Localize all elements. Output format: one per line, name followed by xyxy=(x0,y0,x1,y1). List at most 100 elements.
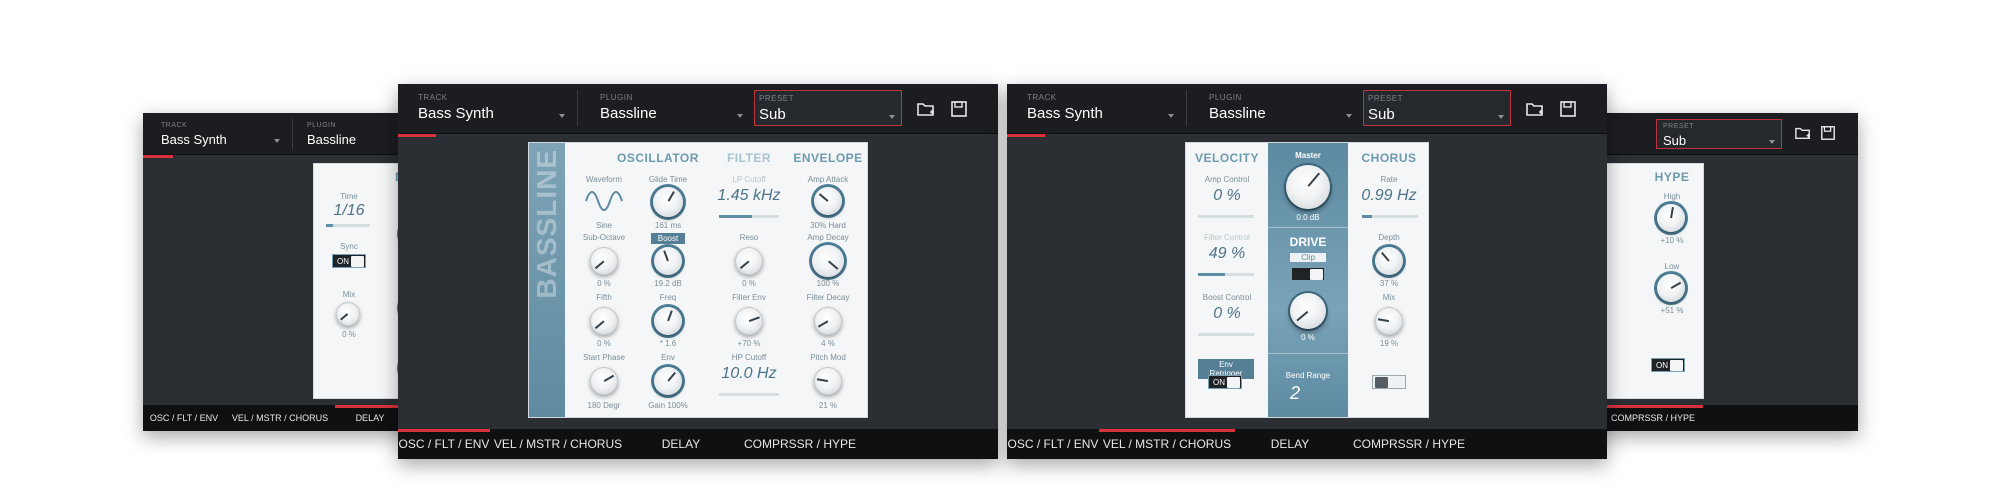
preset-value: Sub xyxy=(759,106,786,123)
fifth-knob[interactable] xyxy=(590,307,618,335)
track-label: TRACK xyxy=(1027,93,1057,102)
accent-line xyxy=(1007,134,1045,137)
chevron-down-icon xyxy=(1498,115,1504,119)
tab-osc[interactable]: OSC / FLT / ENV xyxy=(143,405,225,431)
plugin-label: PLUGIN xyxy=(307,122,337,129)
lp-cutoff-value: 1.45 kHz xyxy=(717,187,781,204)
hp-cutoff-value: 10.0 Hz xyxy=(721,365,777,382)
start-phase-knob[interactable] xyxy=(590,367,618,395)
amp-decay-knob[interactable] xyxy=(812,245,844,277)
track-selector[interactable]: TRACK Bass Synth xyxy=(1007,90,1187,126)
plugin-selector[interactable]: PLUGIN Bassline xyxy=(580,90,756,126)
amp-control-slider[interactable] xyxy=(1198,215,1254,218)
track-selector[interactable]: TRACK Bass Synth xyxy=(143,119,293,149)
time-label: Time xyxy=(340,192,358,201)
sync-toggle[interactable]: ON xyxy=(332,254,366,268)
save-icon[interactable] xyxy=(1559,100,1577,118)
chevron-down-icon xyxy=(274,139,280,143)
preset-label: PRESET xyxy=(1368,94,1404,103)
drive-knob[interactable] xyxy=(1290,293,1326,329)
chevron-down-icon xyxy=(737,114,743,118)
amp-control-value: 0 % xyxy=(1213,187,1241,204)
reso-knob[interactable] xyxy=(735,247,763,275)
glide-knob[interactable] xyxy=(653,187,683,217)
plugin-label: PLUGIN xyxy=(1209,93,1242,102)
folder-open-icon[interactable] xyxy=(1794,125,1812,141)
filter-decay-knob[interactable] xyxy=(814,307,842,335)
hype-title: HYPE xyxy=(1654,170,1690,184)
freq-label: Freq xyxy=(659,293,677,302)
high-value: +10 % xyxy=(1660,236,1684,245)
boost-control-slider[interactable] xyxy=(1198,333,1254,336)
tab-delay[interactable]: DELAY xyxy=(626,429,736,459)
chevron-down-icon xyxy=(1769,140,1775,144)
tab-vel[interactable]: VEL / MSTR / CHORUS xyxy=(490,429,626,459)
hype-toggle[interactable]: ON xyxy=(1651,358,1685,372)
rate-slider[interactable] xyxy=(1362,215,1418,218)
waveform-value: Sine xyxy=(595,221,612,230)
filter-env-knob[interactable] xyxy=(735,307,763,335)
env-retrigger-toggle[interactable]: ON xyxy=(1208,375,1242,389)
clip-badge: Clip xyxy=(1290,253,1326,262)
pitch-mod-knob[interactable] xyxy=(814,367,842,395)
depth-label: Depth xyxy=(1378,233,1400,242)
preset-label: PRESET xyxy=(759,94,795,103)
sine-wave-icon[interactable] xyxy=(585,189,623,213)
boost-control-value: 0 % xyxy=(1213,305,1241,322)
time-slider[interactable] xyxy=(326,224,370,227)
folder-open-icon[interactable] xyxy=(916,100,936,118)
mix-knob[interactable] xyxy=(336,302,360,326)
preset-selector[interactable]: PRESET Sub xyxy=(754,90,902,126)
lp-cutoff-slider[interactable] xyxy=(719,215,779,218)
env-label: Env xyxy=(661,353,675,362)
master-title: Master xyxy=(1295,151,1321,160)
tab-vel[interactable]: VEL / MSTR / CHORUS xyxy=(1099,429,1235,459)
filter-env-value: +70 % xyxy=(737,339,761,348)
sub-octave-knob[interactable] xyxy=(590,247,618,275)
tab-compressor[interactable]: COMPRSSR / HYPE xyxy=(736,429,864,459)
filter-control-slider[interactable] xyxy=(1198,273,1254,276)
time-value: 1/16 xyxy=(333,202,365,219)
tab-compressor[interactable]: COMPRSSR / HYPE xyxy=(1345,429,1473,459)
master-value: 0.0 dB xyxy=(1296,213,1320,222)
preset-selector[interactable]: PRESET Sub xyxy=(1656,119,1782,149)
plugin-selector[interactable]: PLUGIN Bassline xyxy=(1189,90,1365,126)
hp-cutoff-slider[interactable] xyxy=(719,393,779,396)
boost-knob[interactable] xyxy=(654,247,682,275)
tab-osc[interactable]: OSC / FLT / ENV xyxy=(398,429,490,459)
save-icon[interactable] xyxy=(1820,125,1836,141)
tab-delay[interactable]: DELAY xyxy=(335,405,405,431)
waveform-label: Waveform xyxy=(585,175,623,184)
env-retrigger-value: ON xyxy=(1213,377,1225,387)
tab-compressor[interactable]: COMPRSSR / HYPE xyxy=(1603,405,1703,431)
preset-selector[interactable]: PRESET Sub xyxy=(1363,90,1511,126)
amp-attack-knob[interactable] xyxy=(814,187,842,215)
tab-osc[interactable]: OSC / FLT / ENV xyxy=(1007,429,1099,459)
mix-label: Mix xyxy=(342,290,356,299)
envelope-title: ENVELOPE xyxy=(793,151,863,165)
bend-range-label: Bend Range xyxy=(1285,371,1331,380)
bend-range-value: 2 xyxy=(1290,383,1301,403)
fifth-value: 0 % xyxy=(597,339,611,348)
track-value: Bass Synth xyxy=(418,105,494,122)
track-selector[interactable]: TRACK Bass Synth xyxy=(398,90,578,126)
master-drive-column: Master 0.0 dB DRIVE Clip 0 % Bend Range … xyxy=(1268,143,1348,417)
bassline-vel-panel: VELOCITY Amp Control 0 % Filter Control … xyxy=(1185,142,1429,418)
chevron-down-icon xyxy=(1346,114,1352,118)
save-icon[interactable] xyxy=(950,100,968,118)
mix-knob[interactable] xyxy=(1375,307,1403,335)
mix-value: 0 % xyxy=(342,330,356,339)
low-knob[interactable] xyxy=(1657,274,1685,302)
tab-vel[interactable]: VEL / MSTR / CHORUS xyxy=(225,405,335,431)
clip-toggle[interactable] xyxy=(1291,267,1325,281)
high-knob[interactable] xyxy=(1657,204,1685,232)
folder-open-icon[interactable] xyxy=(1525,100,1545,118)
drive-divider xyxy=(1268,227,1348,228)
depth-knob[interactable] xyxy=(1375,247,1403,275)
tab-delay[interactable]: DELAY xyxy=(1235,429,1345,459)
master-knob[interactable] xyxy=(1286,165,1330,209)
env-knob[interactable] xyxy=(654,367,682,395)
pitch-mod-value: 21 % xyxy=(818,401,838,410)
freq-knob[interactable] xyxy=(654,307,682,335)
chorus-toggle[interactable] xyxy=(1372,375,1406,389)
